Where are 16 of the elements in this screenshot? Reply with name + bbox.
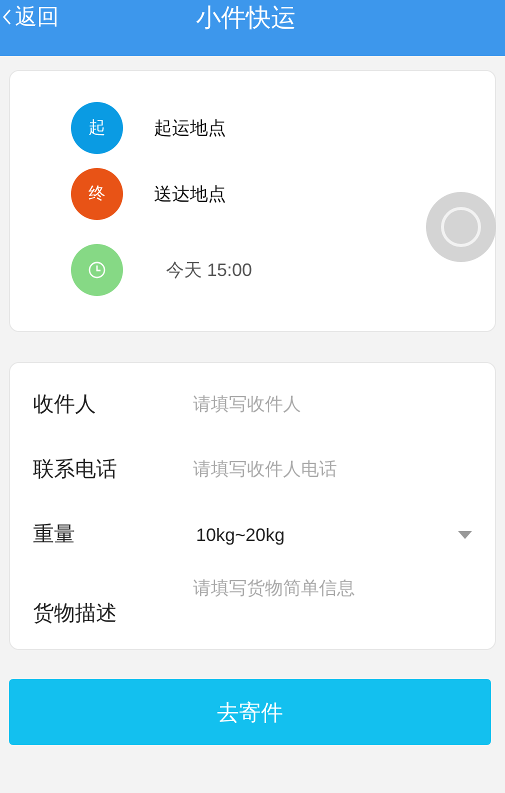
field-label: 重量	[33, 522, 76, 548]
input-field[interactable]: 请填写收件人电话	[193, 456, 473, 483]
description-field[interactable]: 请填写货物简单信息	[193, 575, 473, 635]
input-field[interactable]: 请填写收件人	[193, 391, 473, 418]
destination-location-field[interactable]: 送达地点	[154, 180, 226, 208]
location-badge: 起	[71, 102, 123, 154]
field-label: 联系电话	[33, 456, 118, 483]
weight-dropdown[interactable]: 10kg~20kg	[193, 522, 473, 548]
caret-down-icon	[458, 530, 472, 538]
pickup-time-field[interactable]: 今天 15:00	[166, 256, 252, 284]
location-badge: 终	[71, 168, 123, 220]
chevron-left-icon	[2, 9, 11, 25]
page-title: 小件快运	[196, 3, 296, 34]
field-label: 收件人	[33, 392, 97, 418]
origin-location-field[interactable]: 起运地点	[154, 114, 226, 142]
field-label: 货物描述	[33, 601, 118, 627]
